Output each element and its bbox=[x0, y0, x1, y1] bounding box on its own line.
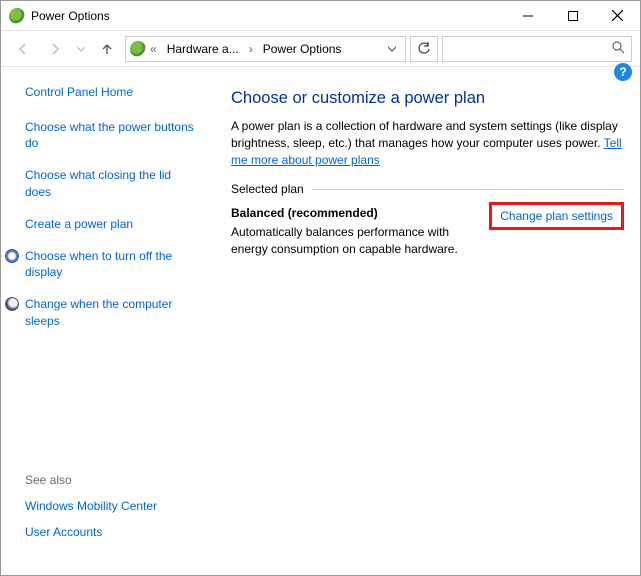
breadcrumb-segment-hardware[interactable]: Hardware a... bbox=[161, 42, 245, 56]
forward-button[interactable] bbox=[41, 35, 69, 63]
page-heading: Choose or customize a power plan bbox=[231, 89, 624, 108]
chevron-left-icon: « bbox=[148, 42, 159, 56]
maximize-button[interactable] bbox=[550, 1, 595, 31]
power-options-icon bbox=[130, 41, 146, 57]
breadcrumb-segment-power[interactable]: Power Options bbox=[257, 42, 348, 56]
sidebar-link-turn-off-display[interactable]: Choose when to turn off the display bbox=[25, 248, 199, 280]
chevron-right-icon[interactable]: › bbox=[247, 42, 255, 56]
sidebar-link-create-plan[interactable]: Create a power plan bbox=[25, 216, 199, 232]
see-also-user-accounts[interactable]: User Accounts bbox=[25, 525, 199, 539]
navigation-bar: « Hardware a... › Power Options bbox=[1, 31, 640, 67]
see-also-mobility-center[interactable]: Windows Mobility Center bbox=[25, 499, 199, 513]
selected-plan-label: Selected plan bbox=[231, 182, 312, 196]
main-panel: ? Choose or customize a power plan A pow… bbox=[211, 67, 640, 573]
sidebar-link-closing-lid[interactable]: Choose what closing the lid does bbox=[25, 167, 199, 199]
sidebar-link-computer-sleeps[interactable]: Change when the computer sleeps bbox=[25, 296, 199, 328]
sidebar-link-power-buttons[interactable]: Choose what the power buttons do bbox=[25, 119, 199, 151]
page-description: A power plan is a collection of hardware… bbox=[231, 118, 624, 168]
sidebar: Control Panel Home Choose what the power… bbox=[1, 67, 211, 573]
divider bbox=[312, 189, 624, 190]
refresh-button[interactable] bbox=[410, 36, 438, 62]
recent-dropdown[interactable] bbox=[73, 35, 89, 63]
selected-plan-header: Selected plan bbox=[231, 182, 624, 196]
control-panel-home-link[interactable]: Control Panel Home bbox=[25, 85, 199, 99]
help-icon[interactable]: ? bbox=[614, 63, 632, 81]
content-area: Control Panel Home Choose what the power… bbox=[1, 67, 640, 573]
close-button[interactable] bbox=[595, 1, 640, 31]
back-button[interactable] bbox=[9, 35, 37, 63]
search-input[interactable] bbox=[442, 36, 632, 62]
see-also-label: See also bbox=[25, 473, 199, 487]
search-icon bbox=[611, 40, 625, 57]
address-dropdown[interactable] bbox=[383, 37, 401, 61]
see-also-section: See also Windows Mobility Center User Ac… bbox=[25, 473, 199, 561]
power-options-icon bbox=[9, 8, 25, 24]
sleep-icon bbox=[5, 297, 19, 311]
plan-row: Balanced (recommended) Automatically bal… bbox=[231, 206, 624, 256]
title-bar: Power Options bbox=[1, 1, 640, 31]
window-title: Power Options bbox=[31, 9, 110, 23]
display-timer-icon bbox=[5, 249, 19, 263]
description-text: A power plan is a collection of hardware… bbox=[231, 119, 618, 150]
change-plan-settings-link[interactable]: Change plan settings bbox=[489, 202, 624, 230]
address-bar[interactable]: « Hardware a... › Power Options bbox=[125, 36, 406, 62]
up-button[interactable] bbox=[93, 35, 121, 63]
plan-description: Automatically balances performance with … bbox=[231, 224, 477, 256]
minimize-button[interactable] bbox=[505, 1, 550, 31]
plan-name: Balanced (recommended) bbox=[231, 206, 477, 220]
